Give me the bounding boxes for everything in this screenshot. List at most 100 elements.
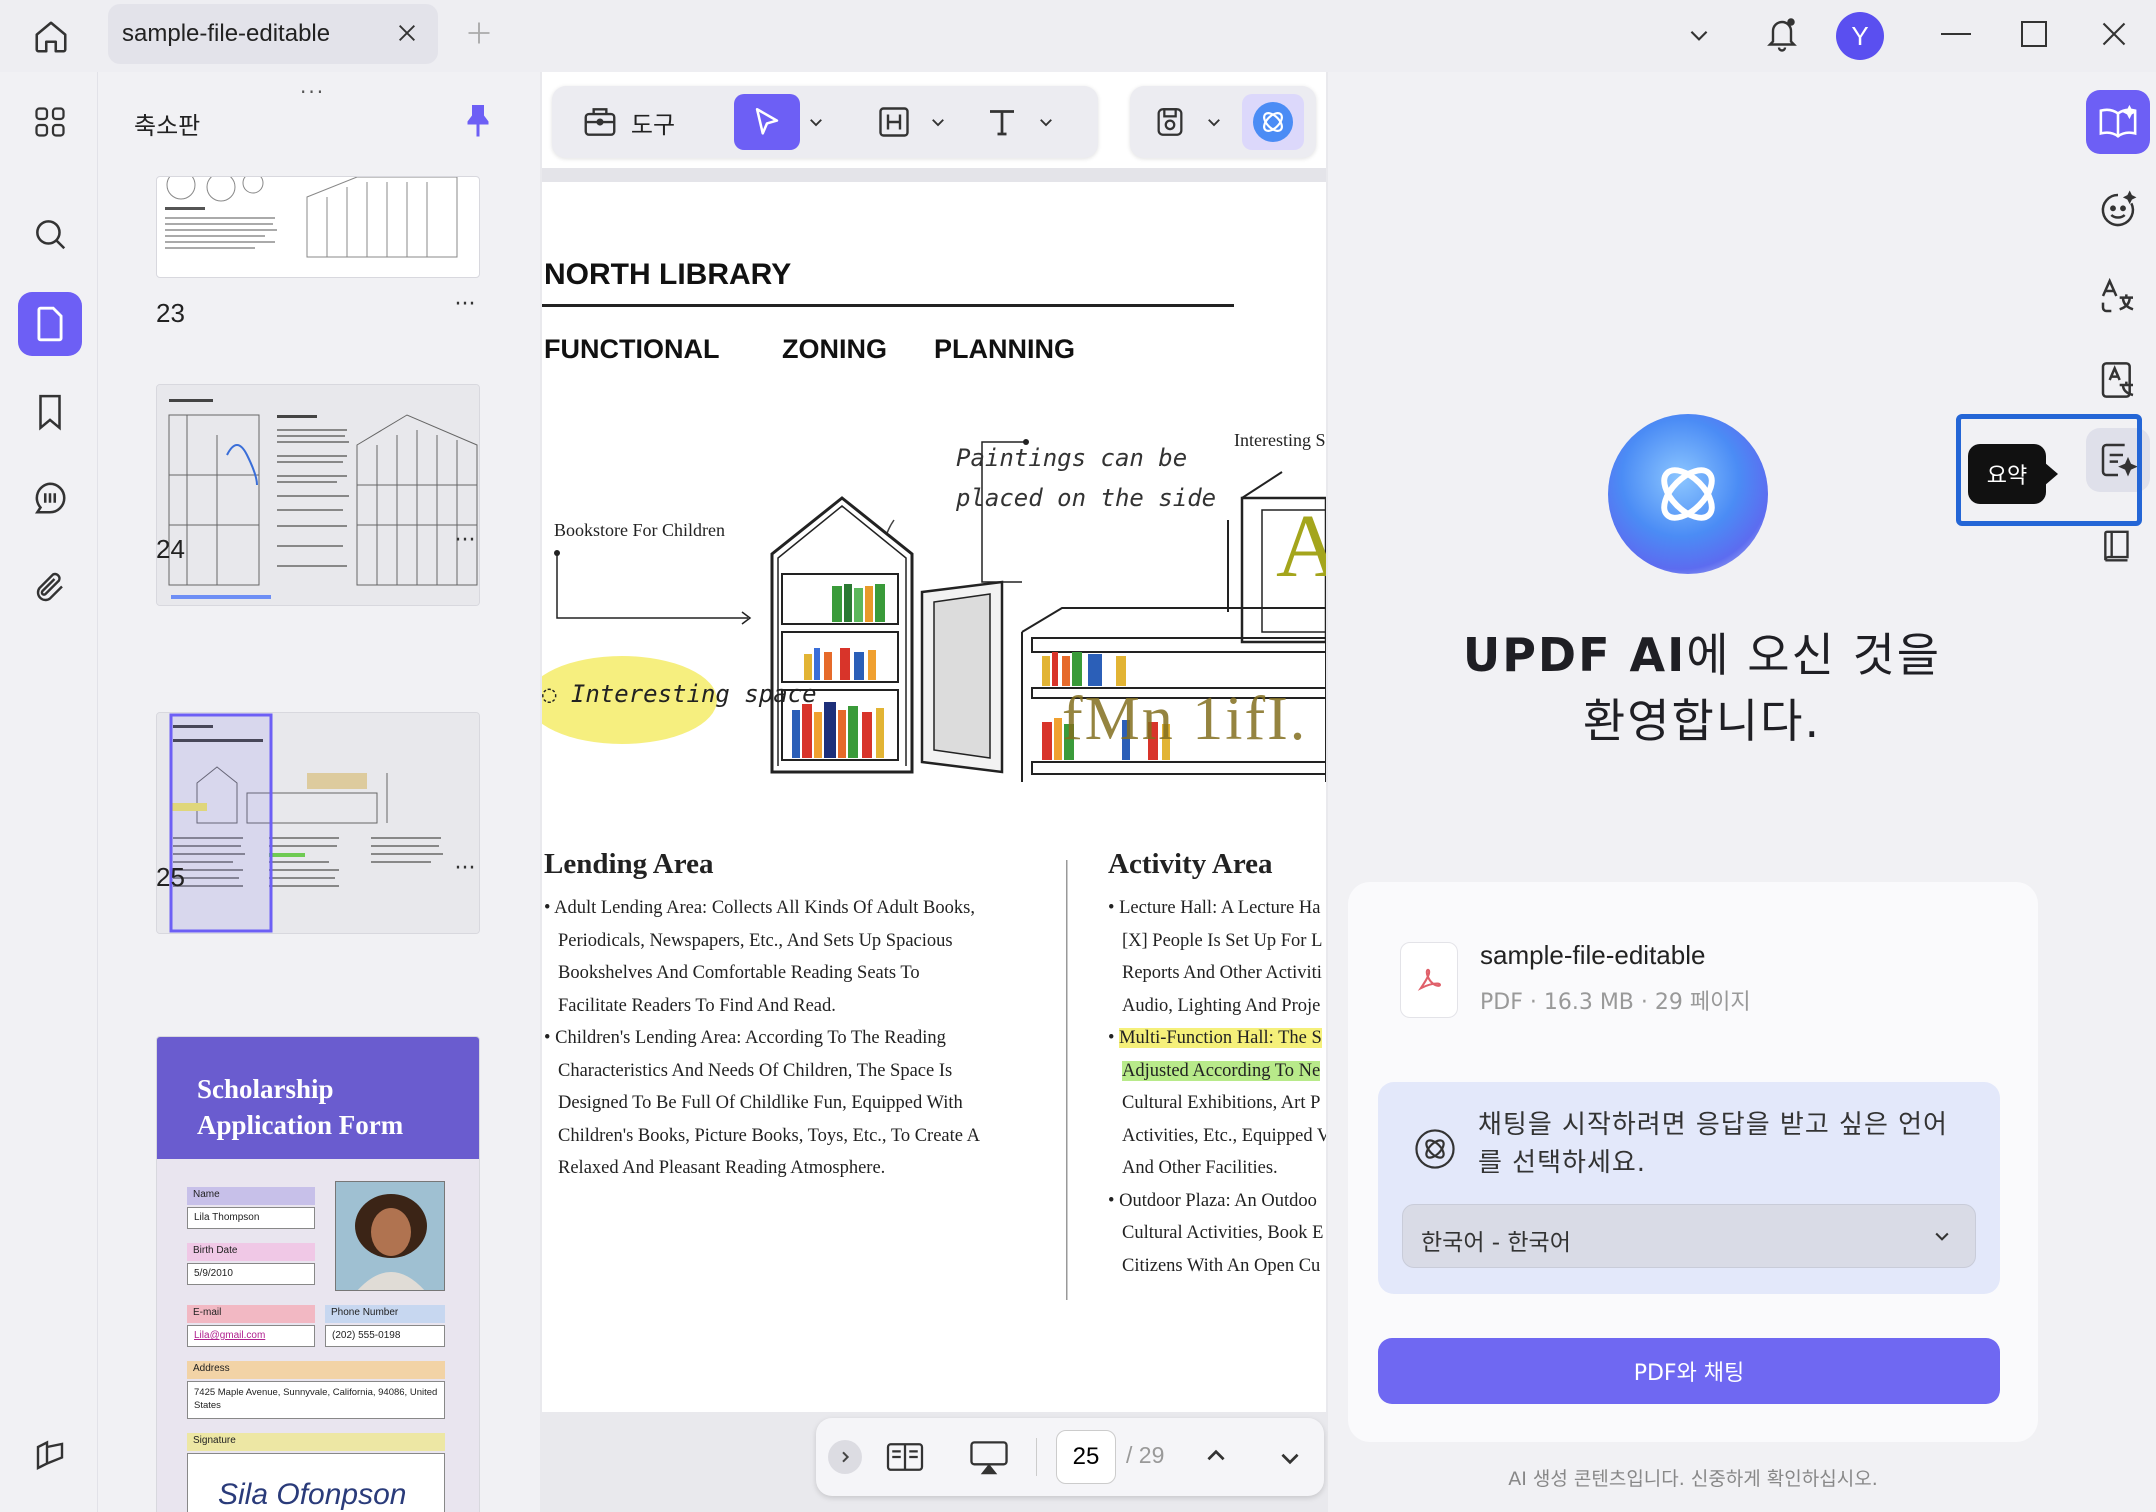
- form-email-label: E-mail: [187, 1305, 315, 1323]
- tools-button[interactable]: 도구: [566, 94, 690, 150]
- thumbnail-page-23[interactable]: [156, 176, 480, 278]
- chat-with-pdf-button[interactable]: PDF와 채팅: [1378, 1338, 2000, 1404]
- page-number-label: 23: [156, 298, 185, 329]
- home-icon: [32, 18, 70, 56]
- bookmarks-button[interactable]: [18, 380, 82, 444]
- ai-assistant-panel: UPDF AI에 오신 것을 환영합니다. sample-file-editab…: [1332, 74, 2072, 1512]
- form-signature-label: Signature: [187, 1433, 445, 1451]
- page-more-button[interactable]: ···: [450, 292, 480, 312]
- summary-tooltip: 요약: [1968, 444, 2046, 504]
- ocr-translate-button[interactable]: [2086, 348, 2150, 412]
- save-button[interactable]: [1140, 94, 1200, 150]
- maximize-icon: [2020, 20, 2048, 48]
- apps-button[interactable]: [18, 90, 82, 154]
- highlight-tool-button[interactable]: [864, 94, 924, 150]
- panel-drag-handle[interactable]: ···: [300, 80, 325, 104]
- text-tool-dropdown[interactable]: [1032, 94, 1060, 150]
- home-button[interactable]: [28, 14, 74, 60]
- page-layout-button[interactable]: [882, 1436, 928, 1478]
- language-dropdown-value: 한국어 - 한국어: [1421, 1223, 1571, 1257]
- presentation-icon: [968, 1438, 1010, 1476]
- document-title: NORTH LIBRARY: [544, 258, 791, 292]
- document-subtitle-functional: FUNCTIONAL: [544, 334, 719, 365]
- pdf-file-icon: [1400, 942, 1458, 1018]
- paperclip-icon: [32, 569, 68, 607]
- form-title: Scholarship Application Form: [197, 1071, 403, 1143]
- maximize-button[interactable]: [2016, 16, 2052, 52]
- chevron-down-icon: [1277, 1445, 1303, 1471]
- form-phone-value: (202) 555-0198: [325, 1325, 445, 1347]
- chevron-down-icon: [929, 113, 947, 131]
- book-icon: [2099, 526, 2137, 566]
- search-button[interactable]: [18, 202, 82, 266]
- document-subtitle-zoning: ZONING: [782, 334, 887, 365]
- thumbnail-page-24[interactable]: [156, 384, 480, 606]
- pin-panel-button[interactable]: [460, 100, 496, 140]
- thumbnail-page-26[interactable]: Scholarship Application Form Name Lila T…: [156, 1036, 480, 1512]
- page-number-label: 25: [156, 862, 185, 893]
- next-page-button[interactable]: [1270, 1438, 1310, 1478]
- language-dropdown[interactable]: 한국어 - 한국어: [1402, 1204, 1976, 1268]
- ai-assistant-button[interactable]: [2086, 178, 2150, 242]
- person-photo-icon: [336, 1182, 445, 1291]
- ai-logo-icon: [1251, 100, 1295, 144]
- book-open-icon: [2098, 104, 2138, 140]
- form-photo: [335, 1181, 445, 1291]
- ai-logo: [1608, 414, 1768, 574]
- minimize-icon: [1941, 33, 1971, 37]
- annotation-paintings: Paintings can be placed on the side: [956, 438, 1216, 518]
- ocr-overlay-text: fMn 1ifI.: [1062, 684, 1307, 755]
- document-subtitle-planning: PLANNING: [934, 334, 1075, 365]
- updf-ai-button[interactable]: [1242, 94, 1304, 150]
- ai-logo-icon: [1638, 444, 1738, 544]
- page-number-input[interactable]: [1056, 1430, 1116, 1484]
- new-tab-button[interactable]: [462, 16, 496, 50]
- lending-area-heading: Lending Area: [544, 848, 713, 881]
- previous-page-button[interactable]: [1196, 1436, 1236, 1476]
- ai-chat-mode-button[interactable]: [2086, 90, 2150, 154]
- comment-icon: [31, 479, 69, 517]
- page-more-button[interactable]: ···: [450, 856, 480, 876]
- form-name-value: Lila Thompson: [187, 1207, 315, 1229]
- select-tool-button[interactable]: [734, 94, 800, 150]
- user-avatar[interactable]: Y: [1836, 12, 1884, 60]
- form-address-value: 7425 Maple Avenue, Sunnyvale, California…: [187, 1381, 445, 1419]
- annotation-bookstore: Bookstore For Children: [554, 520, 725, 541]
- select-tool-dropdown[interactable]: [802, 94, 830, 150]
- save-dropdown[interactable]: [1200, 94, 1228, 150]
- form-name-label: Name: [187, 1187, 315, 1205]
- attachments-button[interactable]: [18, 556, 82, 620]
- text-tool-button[interactable]: [972, 94, 1032, 150]
- file-name: sample-file-editable: [1480, 940, 1705, 971]
- save-toolbar: [1130, 86, 1316, 158]
- minimize-button[interactable]: [1936, 18, 1976, 52]
- edit-toolbar: 도구: [552, 86, 1098, 158]
- page-more-button[interactable]: ···: [450, 528, 480, 548]
- tab-title: sample-file-editable: [122, 20, 330, 48]
- notifications-button[interactable]: [1762, 12, 1802, 56]
- tab-list-button[interactable]: [1682, 18, 1716, 52]
- document-viewer[interactable]: NORTH LIBRARY FUNCTIONAL ZONING PLANNING…: [540, 72, 1328, 1512]
- pin-icon: [463, 102, 493, 138]
- form-email-value: Lila@gmail.com: [187, 1325, 315, 1347]
- thumbnail-page-25[interactable]: [156, 712, 480, 934]
- window-close-button[interactable]: [2096, 16, 2132, 52]
- thumbnails-button[interactable]: [18, 292, 82, 356]
- ai-face-icon: [2098, 190, 2138, 230]
- lending-area-list: • Adult Lending Area: Collects All Kinds…: [544, 892, 1044, 1185]
- ai-welcome-text: UPDF AI에 오신 것을 환영합니다.: [1372, 622, 2032, 754]
- highlight-tool-dropdown[interactable]: [924, 94, 952, 150]
- translate-button[interactable]: [2086, 264, 2150, 328]
- thumbnail-preview: [157, 385, 480, 606]
- language-select-box: 채팅을 시작하려면 응답을 받고 싶은 언어를 선택하세요. 한국어 - 한국어: [1378, 1082, 2000, 1294]
- annotation-interesting-space: ◌ Interesting space: [542, 680, 817, 708]
- tab-close-button[interactable]: [392, 18, 422, 48]
- document-tab[interactable]: sample-file-editable: [108, 4, 438, 64]
- close-icon: [396, 22, 418, 44]
- collapse-bar-button[interactable]: [828, 1440, 862, 1474]
- form-signature-value: Sila Ofonpson: [218, 1478, 406, 1512]
- presentation-button[interactable]: [966, 1436, 1012, 1478]
- pdf-page[interactable]: NORTH LIBRARY FUNCTIONAL ZONING PLANNING…: [542, 182, 1326, 1412]
- comments-button[interactable]: [18, 466, 82, 530]
- theme-button[interactable]: [18, 1424, 82, 1488]
